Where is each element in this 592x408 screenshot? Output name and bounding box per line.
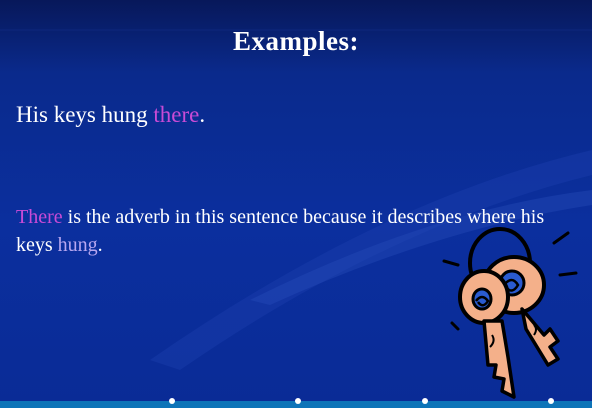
explanation-end: . (97, 234, 103, 256)
sentence-end: . (199, 102, 206, 127)
bar-dot (422, 398, 428, 404)
example-sentence: His keys hung there. (16, 102, 205, 128)
explanation-highlight-verb: hung (57, 234, 98, 256)
bar-dot (548, 398, 554, 404)
explanation-highlight-adverb: There (16, 206, 63, 228)
bar-dot (169, 398, 175, 404)
slide-title: Examples: (233, 26, 359, 56)
bar-dot (295, 398, 301, 404)
sentence-highlight: there (153, 102, 200, 127)
sentence-text: His keys hung (16, 102, 154, 127)
keys-illustration-icon (442, 227, 578, 399)
slide: Examples: His keys hung there. There is … (0, 0, 592, 408)
bottom-bar (0, 398, 592, 408)
